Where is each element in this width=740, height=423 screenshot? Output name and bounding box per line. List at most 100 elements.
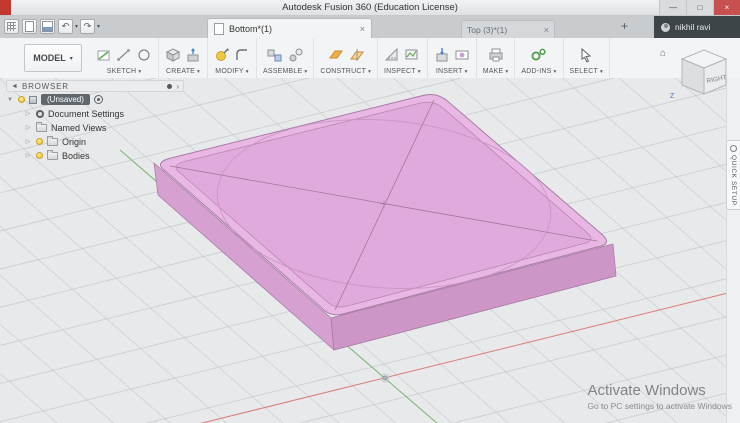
joint-icon[interactable] <box>288 47 304 63</box>
press-pull-icon[interactable] <box>214 47 230 63</box>
new-tab-button[interactable]: + <box>621 19 628 33</box>
file-menu-icon[interactable] <box>22 19 37 34</box>
item-label[interactable]: Origin <box>62 137 86 147</box>
tab-top-label: Top (3)*(1) <box>467 25 507 35</box>
fusion-logo <box>0 0 11 15</box>
tab-bottom-label: Bottom*(1) <box>229 24 272 34</box>
browser-root-row[interactable]: ▼ (Unsaved) <box>6 93 184 106</box>
chevron-right-icon[interactable]: › <box>176 82 179 91</box>
cursor-icon[interactable] <box>578 47 594 63</box>
toolbar-group-make: MAKE▾ <box>477 38 516 78</box>
display-dot-icon[interactable] <box>167 84 172 89</box>
minimize-button[interactable]: — <box>659 0 686 15</box>
undo-icon[interactable]: ↶ <box>58 19 73 34</box>
origin-point <box>383 376 387 380</box>
sketch-dropdown[interactable]: SKETCH▾ <box>107 68 142 75</box>
watermark-subtitle: Go to PC settings to activate Windows <box>587 401 732 411</box>
home-icon[interactable]: ⌂ <box>660 48 666 59</box>
redo-icon[interactable]: ↷ <box>80 19 95 34</box>
browser-item-named-views[interactable]: ▷ Named Views <box>6 121 184 134</box>
avatar <box>661 23 670 32</box>
data-panel-icon[interactable] <box>4 19 19 34</box>
make-dropdown[interactable]: MAKE▾ <box>483 68 509 75</box>
expand-icon[interactable]: ▷ <box>24 110 32 117</box>
window-title: Autodesk Fusion 360 (Education License) <box>282 2 458 13</box>
decal-icon[interactable] <box>454 47 470 63</box>
insert-dropdown[interactable]: INSERT▾ <box>436 68 468 75</box>
item-label[interactable]: Named Views <box>51 123 106 133</box>
expand-icon[interactable]: ▷ <box>24 124 32 131</box>
user-name: nikhil ravi <box>675 22 710 32</box>
quick-setup-label: QUICK SETUP <box>730 155 737 206</box>
measure-icon[interactable] <box>384 47 400 63</box>
insert-icon[interactable] <box>434 47 450 63</box>
window-controls: — □ × <box>659 0 740 15</box>
tab-bottom[interactable]: Bottom*(1) × <box>207 18 372 38</box>
fillet-icon[interactable] <box>234 47 250 63</box>
browser-title: BROWSER <box>22 82 69 91</box>
toolbar-group-construct: CONSTRUCT▾ <box>314 38 378 78</box>
user-account[interactable]: nikhil ravi <box>654 16 740 38</box>
expand-icon[interactable]: ▷ <box>24 138 32 145</box>
close-button[interactable]: × <box>713 0 740 15</box>
assemble-dropdown[interactable]: ASSEMBLE▾ <box>263 68 307 75</box>
chevron-down-icon: ▾ <box>197 69 200 75</box>
browser-item-origin[interactable]: ▷ Origin <box>6 135 184 148</box>
quick-setup-tab[interactable]: QUICK SETUP <box>726 140 740 210</box>
tab-top[interactable]: Top (3)*(1) × <box>461 20 555 38</box>
redo-caret-icon[interactable]: ▾ <box>97 23 100 30</box>
extrude-icon[interactable] <box>185 47 201 63</box>
expand-icon[interactable]: ▷ <box>24 152 32 159</box>
folder-icon <box>36 124 47 132</box>
collapse-icon[interactable]: ◄ <box>11 83 18 90</box>
expand-icon[interactable]: ▼ <box>6 97 14 103</box>
select-dropdown[interactable]: SELECT▾ <box>570 68 603 75</box>
view-cube-glyph[interactable]: RIGHT <box>676 44 732 98</box>
line-tool-icon[interactable] <box>116 47 132 63</box>
chevron-down-icon: ▾ <box>554 69 557 75</box>
sketch-icon[interactable] <box>96 47 112 63</box>
toolbar-group-modify: MODIFY▾ <box>208 38 257 78</box>
addins-gear-icon[interactable] <box>530 47 548 63</box>
inspect-dropdown[interactable]: INSPECT▾ <box>384 68 421 75</box>
chevron-down-icon: ▾ <box>246 69 249 75</box>
construct-plane-icon[interactable] <box>326 47 344 63</box>
tab-top-close-icon[interactable]: × <box>544 25 549 35</box>
undo-caret-icon[interactable]: ▾ <box>75 23 78 30</box>
construct-axis-icon[interactable] <box>348 47 366 63</box>
browser-item-bodies[interactable]: ▷ Bodies <box>6 149 184 162</box>
create-box-icon[interactable] <box>165 47 181 63</box>
tab-bottom-close-icon[interactable]: × <box>360 24 365 34</box>
print-icon[interactable] <box>488 47 504 63</box>
item-label[interactable]: Document Settings <box>48 109 124 119</box>
view-cube[interactable]: ⌂ RIGHT Z <box>660 44 736 102</box>
ground-icon[interactable] <box>94 95 103 104</box>
visibility-bulb-icon[interactable] <box>18 96 25 103</box>
visibility-bulb-icon[interactable] <box>36 138 43 145</box>
right-panel-rail <box>726 78 740 423</box>
circle-tool-icon[interactable] <box>136 47 152 63</box>
page-icon <box>25 21 34 32</box>
item-label[interactable]: Bodies <box>62 151 90 161</box>
z-axis-label: Z <box>670 93 674 100</box>
analysis-icon[interactable] <box>404 47 420 63</box>
browser-item-document-settings[interactable]: ▷ Document Settings <box>6 107 184 120</box>
model-viewport[interactable]: ◄ BROWSER › ▼ (Unsaved) ▷ Document Setti… <box>0 78 740 423</box>
tab-strip: ↶ ▾ ↷ ▾ Bottom*(1) × Top (3)*(1) × + nik… <box>0 16 740 38</box>
assemble-icon[interactable] <box>266 47 284 63</box>
addins-dropdown[interactable]: ADD-INS▾ <box>521 68 556 75</box>
maximize-button[interactable]: □ <box>686 0 713 15</box>
browser-header: ◄ BROWSER › <box>6 80 184 92</box>
construct-dropdown[interactable]: CONSTRUCT▾ <box>320 68 371 75</box>
toolbar-group-create: CREATE▾ <box>159 38 208 78</box>
save-icon[interactable] <box>40 19 55 34</box>
quick-access-toolbar: ↶ ▾ ↷ ▾ <box>4 19 99 34</box>
component-icon <box>29 96 37 104</box>
visibility-bulb-icon[interactable] <box>36 152 43 159</box>
workspace-selector[interactable]: MODEL ▾ <box>24 44 82 72</box>
chevron-down-icon: ▾ <box>505 69 508 75</box>
document-name[interactable]: (Unsaved) <box>41 94 90 105</box>
modify-dropdown[interactable]: MODIFY▾ <box>215 68 248 75</box>
create-dropdown[interactable]: CREATE▾ <box>166 68 200 75</box>
windows-activation-watermark: Activate Windows Go to PC settings to ac… <box>587 382 732 411</box>
